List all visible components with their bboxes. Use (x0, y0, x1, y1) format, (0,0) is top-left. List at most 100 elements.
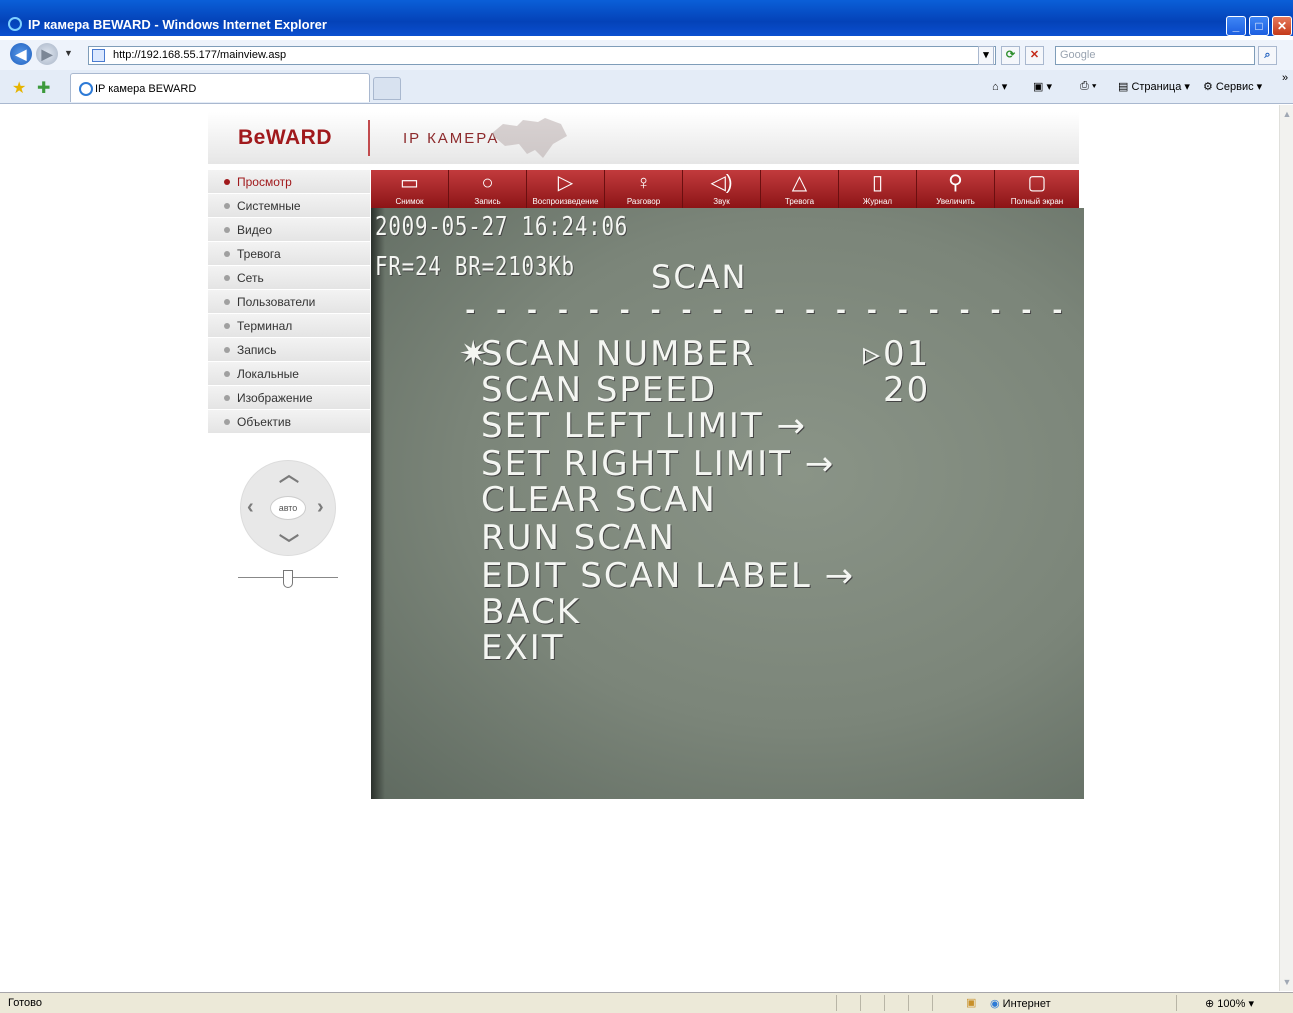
magnifier-icon: ⚲ (948, 172, 963, 194)
osd-line-set-left-limit: SET LEFT LIMIT → (481, 406, 807, 446)
toolbar-button-label: Воспроизведение (532, 197, 599, 206)
bullet-icon (224, 323, 230, 329)
feeds-icon[interactable]: ▣ ▾ (1033, 80, 1052, 93)
menu-item-users[interactable]: Пользователи (208, 290, 370, 314)
chevron-more-icon[interactable]: » (1282, 72, 1288, 84)
ptz-auto-button[interactable]: авто (270, 496, 306, 520)
status-divider (1176, 995, 1177, 1011)
search-icon[interactable]: ⌕ (1258, 46, 1277, 65)
favorites-star-icon[interactable]: ★ (12, 78, 26, 98)
tabs-bar: ★ ✚ IP камера BEWARD ⌂ ▾ ▣ ▾ ⎙ ▾ ▤ Стран… (0, 70, 1293, 104)
menu-item-network[interactable]: Сеть (208, 266, 370, 290)
osd-stats: FR=24 BR=2103Kb (375, 252, 575, 282)
log-button[interactable]: ▯ Журнал (839, 170, 917, 208)
refresh-button[interactable]: ⟳ (1001, 46, 1020, 65)
ptz-right-icon[interactable]: › (317, 497, 324, 517)
tools-menu[interactable]: ⚙ Сервис ▾ (1203, 80, 1262, 93)
menu-item-label: Локальные (237, 367, 299, 381)
alarm-button[interactable]: △ Тревога (761, 170, 839, 208)
toolbar-button-label: Полный экран (1010, 197, 1064, 206)
ptz-up-icon[interactable]: ︿ (279, 465, 299, 485)
osd-line-back: BACK (481, 592, 582, 632)
bullet-icon (224, 227, 230, 233)
scroll-up-icon[interactable]: ▲ (1282, 109, 1292, 119)
status-divider (860, 995, 861, 1011)
ptz-down-icon[interactable]: ﹀ (279, 535, 299, 555)
zoom-slider-handle[interactable] (283, 570, 293, 588)
globe-icon: ◉ (990, 998, 1003, 1010)
osd-line-clear-scan: CLEAR SCAN (481, 480, 717, 520)
gear-icon: ⚙ (1203, 81, 1216, 93)
osd-line-run-scan: RUN SCAN (481, 518, 676, 558)
menu-item-recording[interactable]: Запись (208, 338, 370, 362)
toolbar-button-label: Снимок (395, 197, 424, 206)
menu-item-system[interactable]: Системные (208, 194, 370, 218)
ptz-control: ︿ ﹀ ‹ › авто (240, 460, 336, 556)
page-menu[interactable]: ▤ Страница ▾ (1118, 80, 1190, 93)
history-dropdown-icon[interactable]: ▼ (64, 48, 73, 58)
maximize-button[interactable]: □ (1249, 16, 1269, 36)
play-icon: ▷ (557, 172, 574, 194)
world-map-icon (491, 118, 567, 158)
menu-item-alarm[interactable]: Тревога (208, 242, 370, 266)
video-dark-edge (371, 208, 385, 799)
sound-button[interactable]: ◁) Звук (683, 170, 761, 208)
menu-item-label: Терминал (237, 319, 293, 333)
ptz-left-icon[interactable]: ‹ (247, 497, 254, 517)
menu-item-terminal[interactable]: Терминал (208, 314, 370, 338)
osd-line-scan-speed: SCAN SPEED (481, 370, 718, 410)
menu-item-label: Тревога (237, 247, 281, 261)
microphone-icon: ♀ (636, 172, 651, 194)
scroll-down-icon[interactable]: ▼ (1282, 977, 1292, 987)
talk-button[interactable]: ♀ Разговор (605, 170, 683, 208)
menu-item-lens[interactable]: Объектив (208, 410, 370, 434)
osd-value-scan-speed: 20 (883, 370, 931, 410)
tools-menu-label: Сервис (1215, 81, 1254, 93)
osd-divider: - - - - - - - - - - - - - - - - - - - - … (463, 296, 1084, 324)
close-button[interactable]: ✕ (1272, 16, 1292, 36)
fullscreen-button[interactable]: ▢ Полный экран (995, 170, 1079, 208)
record-button[interactable]: ○ Запись (449, 170, 527, 208)
menu-item-label: Объектив (237, 415, 291, 429)
tab-ip-camera[interactable]: IP камера BEWARD (70, 73, 370, 102)
stop-button[interactable]: ✕ (1025, 46, 1044, 65)
toolbar-button-label: Увеличить (936, 197, 975, 206)
bullet-icon (224, 251, 230, 257)
add-favorites-icon[interactable]: ✚ (37, 78, 50, 98)
address-dropdown-icon[interactable]: ▾ (978, 46, 994, 65)
zoom-in-button[interactable]: ⚲ Увеличить (917, 170, 995, 208)
osd-line-exit: EXIT (481, 628, 565, 668)
back-button[interactable]: ◀ (10, 43, 32, 65)
menu-item-view[interactable]: Просмотр (208, 170, 370, 194)
protected-mode-icon[interactable]: ▣ (966, 996, 976, 1009)
security-zone[interactable]: ◉ Интернет (990, 997, 1051, 1010)
toolbar-button-label: Звук (713, 197, 730, 206)
status-bar: Готово ▣ ◉ Интернет ⊕ 100% ▾ (0, 992, 1293, 1013)
zoom-level-value: 100% (1217, 998, 1246, 1010)
url-text: http://192.168.55.177/mainview.asp (113, 49, 287, 61)
osd-line-edit-scan-label: EDIT SCAN LABEL → (481, 556, 856, 596)
zoom-level[interactable]: ⊕ 100% ▾ (1205, 997, 1254, 1010)
new-tab-button[interactable] (373, 77, 401, 100)
vertical-scrollbar[interactable]: ▲ ▼ (1279, 105, 1293, 991)
log-icon: ▯ (871, 172, 883, 194)
playback-button[interactable]: ▷ Воспроизведение (527, 170, 605, 208)
side-menu: Просмотр Системные Видео Тревога Сеть По… (208, 170, 370, 434)
minimize-button[interactable]: _ (1226, 16, 1246, 36)
menu-item-label: Изображение (237, 391, 313, 405)
menu-item-label: Сеть (237, 271, 264, 285)
menu-item-label: Просмотр (237, 175, 292, 189)
menu-item-local[interactable]: Локальные (208, 362, 370, 386)
tab-label: IP камера BEWARD (95, 83, 197, 95)
forward-button[interactable]: ▶ (36, 43, 58, 65)
home-icon[interactable]: ⌂ ▾ (992, 80, 1007, 93)
snapshot-button[interactable]: ▭ Снимок (371, 170, 449, 208)
search-input[interactable]: Google (1055, 46, 1255, 65)
toolbar-button-label: Разговор (626, 197, 661, 206)
menu-item-image[interactable]: Изображение (208, 386, 370, 410)
print-icon[interactable]: ⎙ ▾ (1080, 80, 1096, 93)
url-input[interactable]: http://192.168.55.177/mainview.asp (88, 46, 996, 65)
video-feed[interactable]: 2009-05-27 16:24:06 FR=24 BR=2103Kb SCAN… (371, 208, 1084, 799)
menu-item-video[interactable]: Видео (208, 218, 370, 242)
bullet-icon (224, 203, 230, 209)
